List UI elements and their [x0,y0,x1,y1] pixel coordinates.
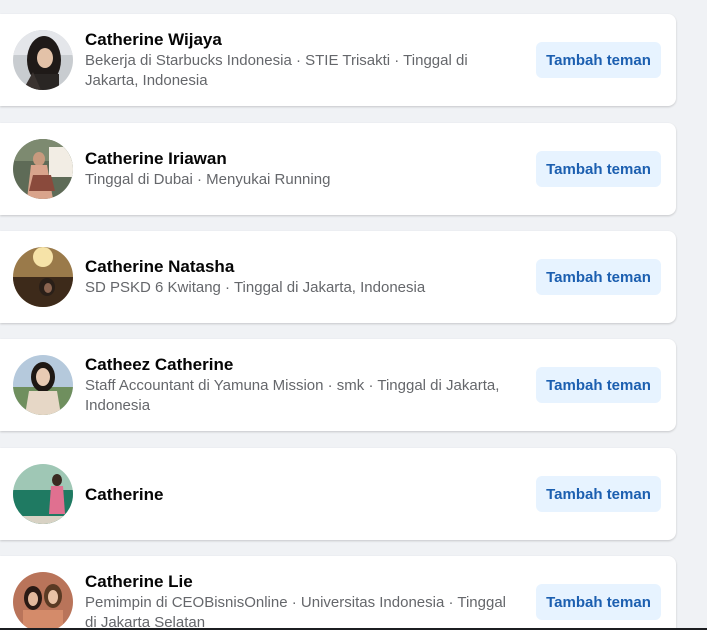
result-card[interactable]: Catherine Wijaya Bekerja di Starbucks In… [0,14,676,106]
result-description: Bekerja di Starbucks Indonesia · STIE Tr… [85,52,468,89]
result-info: Catherine Iriawan Tinggal di Dubai · Men… [85,123,515,215]
result-info: Catherine Wijaya Bekerja di Starbucks In… [85,14,515,106]
avatar[interactable] [13,30,73,90]
result-card[interactable]: Catherine Tambah teman [0,448,676,540]
result-card[interactable]: Catherine Lie Pemimpin di CEOBisnisOnlin… [0,556,676,630]
result-name[interactable]: Catherine Wijaya [85,29,515,50]
result-card[interactable]: Catherine Iriawan Tinggal di Dubai · Men… [0,123,676,215]
add-friend-button[interactable]: Tambah teman [536,42,661,78]
result-info: Catheez Catherine Staff Accountant di Ya… [85,339,515,431]
add-friend-button[interactable]: Tambah teman [536,476,661,512]
profile-photo-icon [13,139,73,199]
search-results-list: Catherine Wijaya Bekerja di Starbucks In… [0,0,707,630]
result-info: Catherine Natasha SD PSKD 6 Kwitang · Ti… [85,231,515,323]
result-name[interactable]: Catherine Iriawan [85,148,515,169]
result-name[interactable]: Catherine Lie [85,571,515,592]
result-name[interactable]: Catherine [85,484,515,505]
profile-photo-icon [13,30,73,90]
avatar[interactable] [13,247,73,307]
profile-photo-icon [13,247,73,307]
add-friend-button[interactable]: Tambah teman [536,259,661,295]
result-description: SD PSKD 6 Kwitang · Tinggal di Jakarta, … [85,279,426,296]
avatar[interactable] [13,355,73,415]
add-friend-button[interactable]: Tambah teman [536,151,661,187]
result-card[interactable]: Catheez Catherine Staff Accountant di Ya… [0,339,676,431]
profile-photo-icon [13,464,73,524]
avatar[interactable] [13,464,73,524]
add-friend-button[interactable]: Tambah teman [536,367,661,403]
profile-photo-icon [13,572,73,630]
result-name[interactable]: Catheez Catherine [85,354,515,375]
result-name[interactable]: Catherine Natasha [85,256,515,277]
result-info: Catherine [85,448,515,540]
result-card[interactable]: Catherine Natasha SD PSKD 6 Kwitang · Ti… [0,231,676,323]
avatar[interactable] [13,139,73,199]
result-description: Staff Accountant di Yamuna Mission · smk… [85,377,500,414]
profile-photo-icon [13,355,73,415]
result-description: Tinggal di Dubai · Menyukai Running [85,171,331,188]
result-description: Pemimpin di CEOBisnisOnline · Universita… [85,594,507,630]
add-friend-button[interactable]: Tambah teman [536,584,661,620]
avatar[interactable] [13,572,73,630]
result-info: Catherine Lie Pemimpin di CEOBisnisOnlin… [85,556,515,630]
